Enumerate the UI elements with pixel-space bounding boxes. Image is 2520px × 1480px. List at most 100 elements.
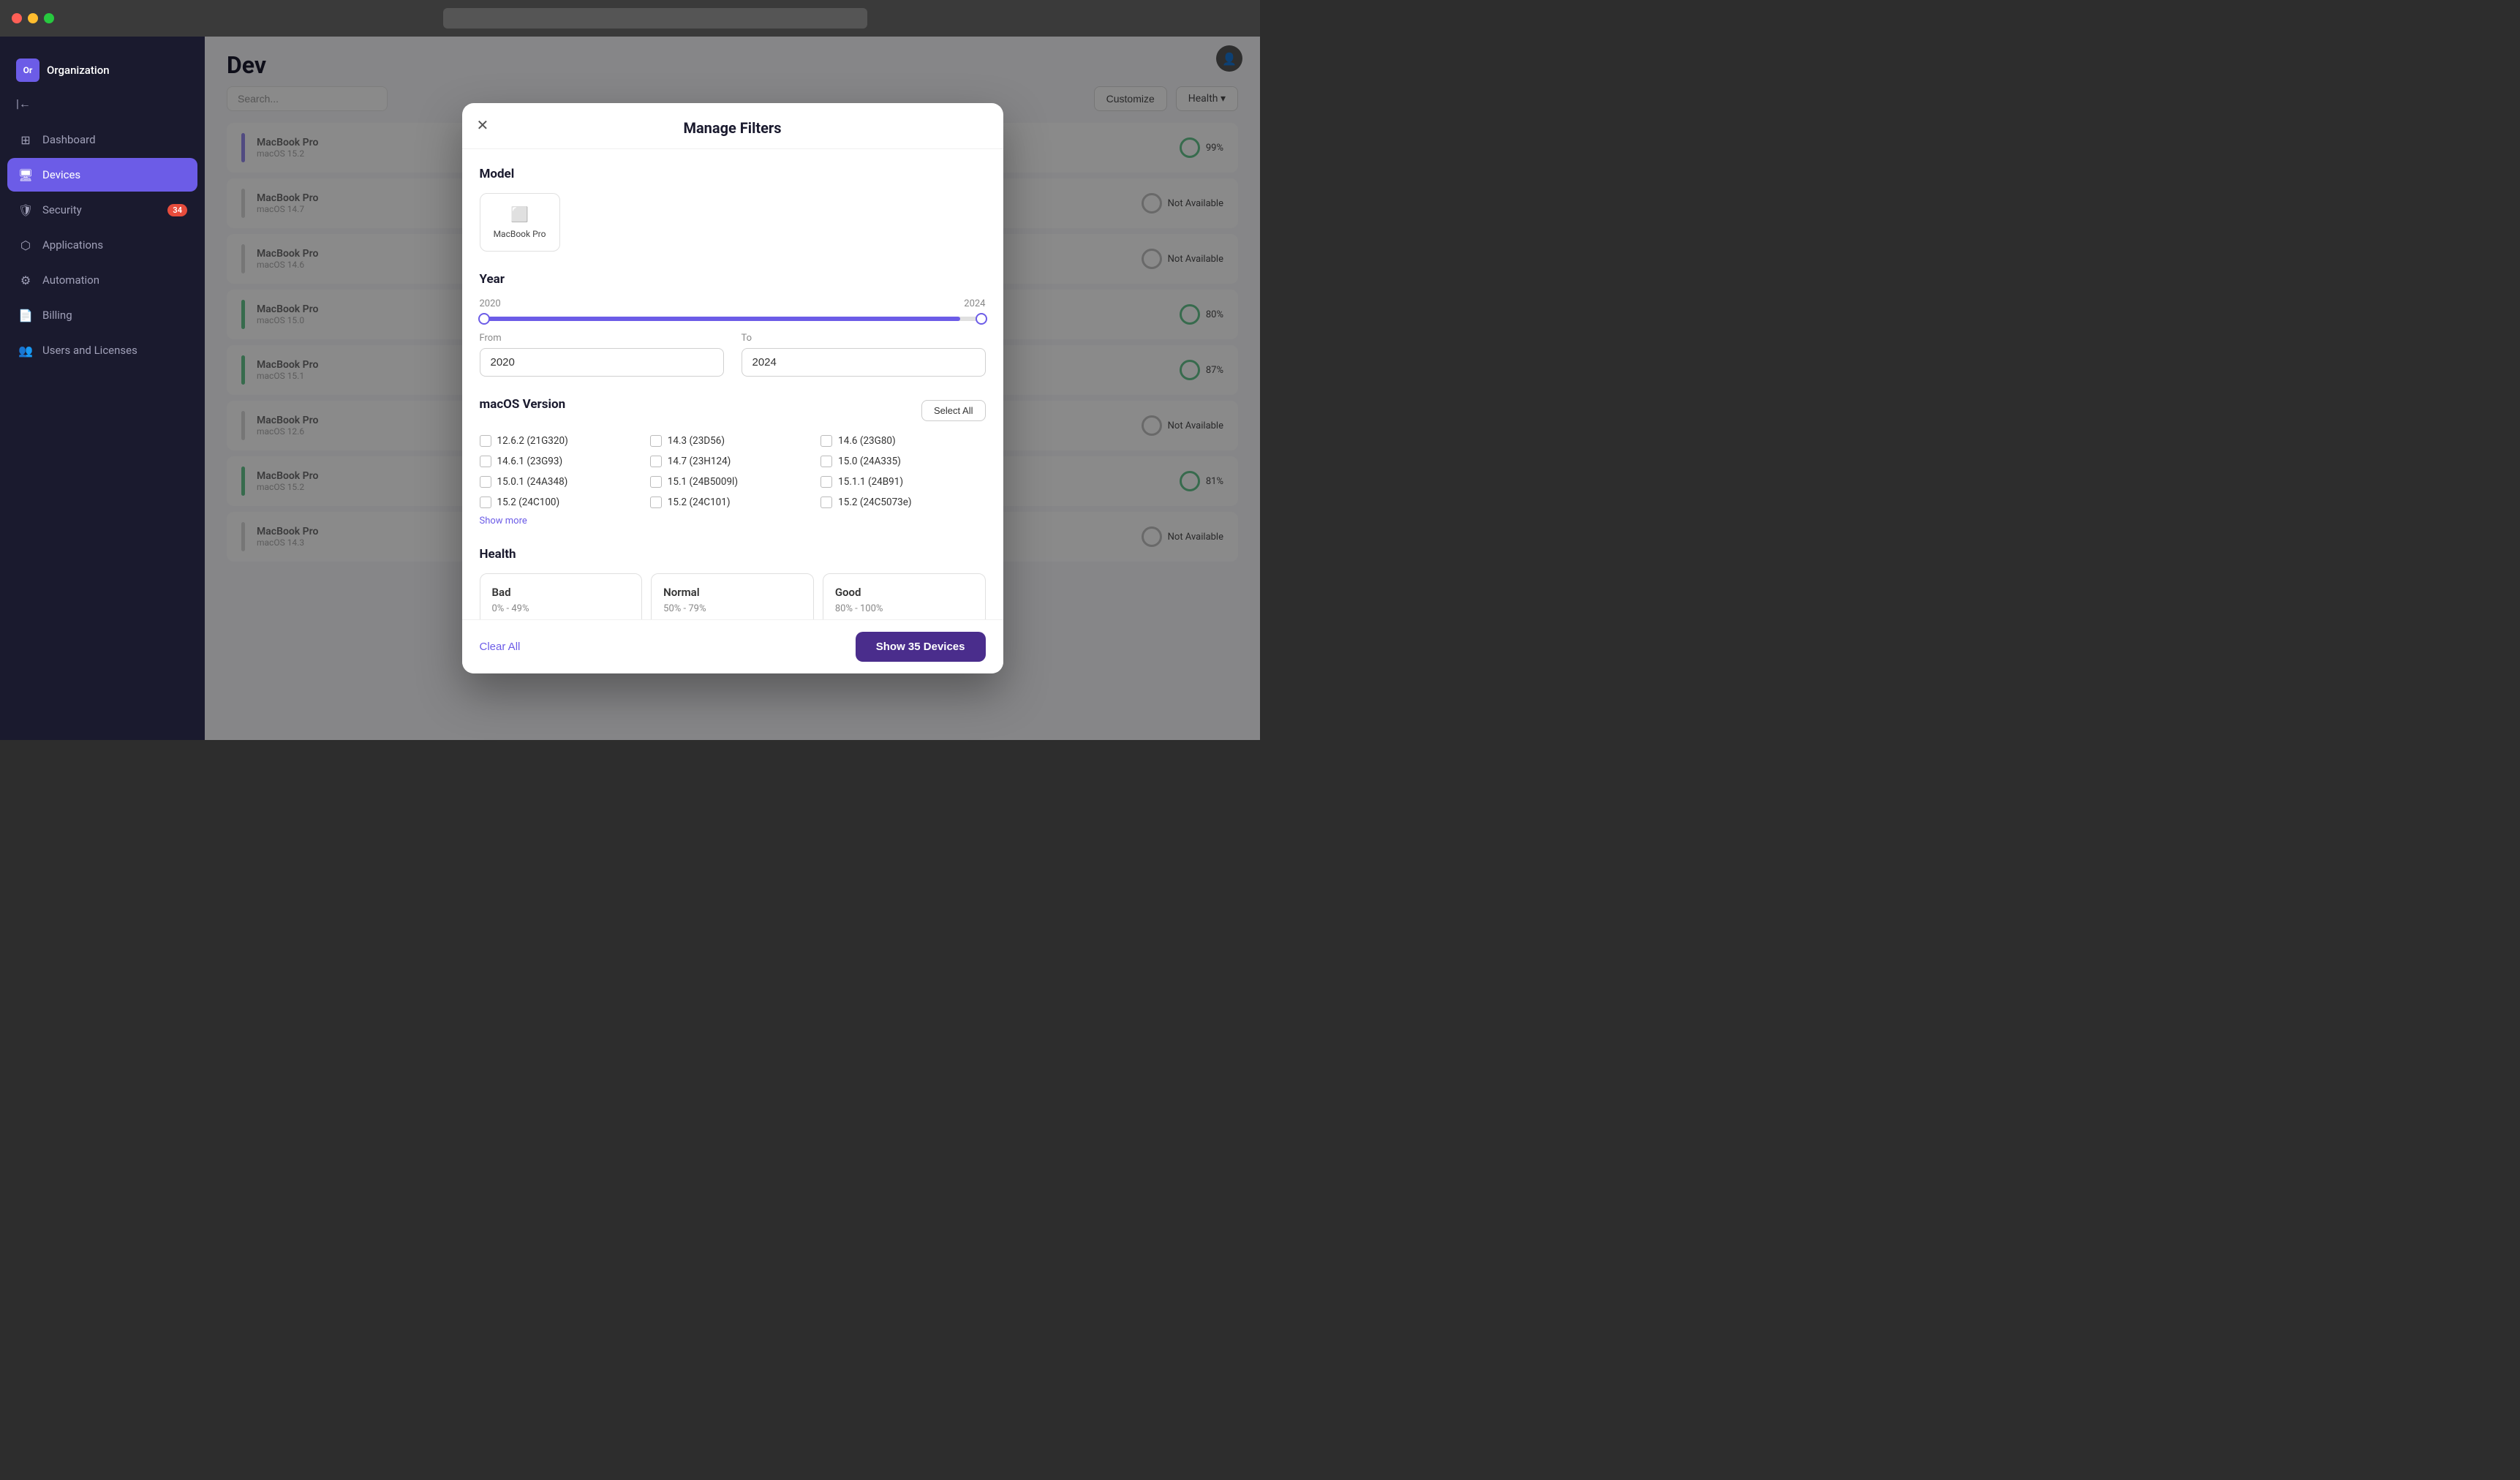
list-item: 15.2 (24C5073e) bbox=[820, 497, 985, 508]
sidebar-item-label: Devices bbox=[42, 168, 80, 181]
version-label: 15.2 (24C101) bbox=[668, 497, 731, 508]
list-item: 14.3 (23D56) bbox=[650, 435, 815, 447]
list-item: 15.0.1 (24A348) bbox=[480, 476, 644, 488]
org-name: Organization bbox=[47, 64, 110, 77]
list-item: 14.6.1 (23G93) bbox=[480, 456, 644, 467]
version-label: 15.1.1 (24B91) bbox=[838, 476, 903, 488]
sidebar-item-label: Users and Licenses bbox=[42, 344, 137, 357]
version-checkbox[interactable] bbox=[820, 497, 832, 508]
traffic-lights bbox=[12, 13, 54, 23]
macos-version-filter-section: macOS Version Select All 12.6.2 (21G320)… bbox=[480, 397, 986, 526]
version-checkbox[interactable] bbox=[480, 435, 491, 447]
sidebar-item-label: Automation bbox=[42, 273, 99, 287]
sidebar-item-devices[interactable]: 🖥 Devices bbox=[7, 158, 197, 192]
model-card-label: MacBook Pro bbox=[494, 229, 546, 239]
version-checkbox[interactable] bbox=[650, 476, 662, 488]
year-slider-track[interactable] bbox=[480, 317, 986, 321]
year-from-group: From bbox=[480, 333, 724, 377]
sidebar-item-label: Applications bbox=[42, 238, 103, 252]
health-card-bad[interactable]: Bad 0% - 49% bbox=[480, 573, 643, 619]
version-label: 14.6 (23G80) bbox=[838, 435, 896, 447]
manage-filters-modal: ✕ Manage Filters Model ⬜ MacBook Pro bbox=[462, 103, 1003, 673]
health-card-label: Normal bbox=[663, 586, 801, 599]
sidebar-item-users-licenses[interactable]: 👥 Users and Licenses bbox=[7, 333, 197, 367]
version-checkbox[interactable] bbox=[650, 497, 662, 508]
show-more-link[interactable]: Show more bbox=[480, 516, 527, 526]
list-item: 15.1.1 (24B91) bbox=[820, 476, 985, 488]
applications-icon: ⬡ bbox=[18, 237, 34, 253]
modal-header: ✕ Manage Filters bbox=[462, 103, 1003, 149]
version-checkbox[interactable] bbox=[820, 456, 832, 467]
list-item: 14.7 (23H124) bbox=[650, 456, 815, 467]
modal-body[interactable]: Model ⬜ MacBook Pro Year 2020 2024 bbox=[462, 149, 1003, 619]
modal-close-button[interactable]: ✕ bbox=[477, 118, 489, 133]
sidebar-item-dashboard[interactable]: ⊞ Dashboard bbox=[7, 123, 197, 156]
version-label: 14.3 (23D56) bbox=[668, 435, 725, 447]
sidebar: Or Organization |← ⊞ Dashboard 🖥 Devices… bbox=[0, 37, 205, 740]
url-bar[interactable] bbox=[443, 8, 867, 29]
laptop-icon: ⬜ bbox=[510, 205, 529, 223]
list-item: 15.0 (24A335) bbox=[820, 456, 985, 467]
model-card-macbook-pro[interactable]: ⬜ MacBook Pro bbox=[480, 193, 560, 252]
security-icon: 🛡 bbox=[18, 202, 34, 218]
sidebar-item-automation[interactable]: ⚙ Automation bbox=[7, 263, 197, 297]
year-to-group: To bbox=[742, 333, 986, 377]
devices-icon: 🖥 bbox=[18, 167, 34, 183]
year-slider-container: 2020 2024 bbox=[480, 298, 986, 321]
version-header: macOS Version Select All bbox=[480, 397, 986, 423]
version-checkbox[interactable] bbox=[650, 435, 662, 447]
sidebar-collapse-btn[interactable]: |← bbox=[0, 97, 205, 123]
health-filter-section: Health Bad 0% - 49% Normal 50% - 79% bbox=[480, 547, 986, 619]
year-from-label: From bbox=[480, 333, 724, 344]
select-all-button[interactable]: Select All bbox=[921, 400, 985, 421]
model-filter-section: Model ⬜ MacBook Pro bbox=[480, 167, 986, 252]
show-devices-button[interactable]: Show 35 Devices bbox=[856, 632, 986, 662]
version-checkbox[interactable] bbox=[480, 497, 491, 508]
version-checkbox[interactable] bbox=[480, 456, 491, 467]
health-card-range: 0% - 49% bbox=[492, 603, 630, 614]
sidebar-item-billing[interactable]: 📄 Billing bbox=[7, 298, 197, 332]
automation-icon: ⚙ bbox=[18, 272, 34, 288]
traffic-light-green[interactable] bbox=[44, 13, 54, 23]
health-cards: Bad 0% - 49% Normal 50% - 79% Good 80% -… bbox=[480, 573, 986, 619]
health-card-label: Good bbox=[835, 586, 973, 599]
slider-thumb-right[interactable] bbox=[976, 313, 987, 325]
model-section-title: Model bbox=[480, 167, 986, 181]
sidebar-item-label: Security bbox=[42, 203, 82, 216]
version-checkbox[interactable] bbox=[820, 435, 832, 447]
clear-all-button[interactable]: Clear All bbox=[480, 641, 521, 653]
year-range-labels: 2020 2024 bbox=[480, 298, 986, 309]
version-label: 12.6.2 (21G320) bbox=[497, 435, 568, 447]
list-item: 15.2 (24C100) bbox=[480, 497, 644, 508]
health-card-good[interactable]: Good 80% - 100% bbox=[823, 573, 986, 619]
slider-thumb-left[interactable] bbox=[478, 313, 490, 325]
main-content: 👤 Dev Customize Health ▾ MacBook Pro mac… bbox=[205, 37, 1260, 740]
year-filter-section: Year 2020 2024 bbox=[480, 272, 986, 377]
traffic-light-red[interactable] bbox=[12, 13, 22, 23]
version-checkbox[interactable] bbox=[650, 456, 662, 467]
version-grid: 12.6.2 (21G320) 14.3 (23D56) 14.6 (23G80… bbox=[480, 435, 986, 508]
year-from-input[interactable] bbox=[480, 348, 724, 377]
modal-title: Manage Filters bbox=[683, 119, 781, 137]
year-to-input[interactable] bbox=[742, 348, 986, 377]
users-icon: 👥 bbox=[18, 342, 34, 358]
billing-icon: 📄 bbox=[18, 307, 34, 323]
health-section-title: Health bbox=[480, 547, 986, 562]
app-container: Or Organization |← ⊞ Dashboard 🖥 Devices… bbox=[0, 37, 1260, 740]
security-badge: 34 bbox=[167, 204, 187, 216]
health-card-range: 80% - 100% bbox=[835, 603, 973, 614]
version-label: 15.0 (24A335) bbox=[838, 456, 901, 467]
version-label: 15.0.1 (24A348) bbox=[497, 476, 568, 488]
sidebar-item-label: Billing bbox=[42, 309, 72, 322]
traffic-light-yellow[interactable] bbox=[28, 13, 38, 23]
version-checkbox[interactable] bbox=[480, 476, 491, 488]
sidebar-item-security[interactable]: 🛡 Security 34 bbox=[7, 193, 197, 227]
year-min-label: 2020 bbox=[480, 298, 501, 309]
year-inputs: From To bbox=[480, 333, 986, 377]
version-checkbox[interactable] bbox=[820, 476, 832, 488]
dashboard-icon: ⊞ bbox=[18, 132, 34, 148]
year-section-title: Year bbox=[480, 272, 986, 287]
sidebar-org: Or Organization bbox=[0, 51, 205, 97]
sidebar-item-applications[interactable]: ⬡ Applications bbox=[7, 228, 197, 262]
health-card-normal[interactable]: Normal 50% - 79% bbox=[651, 573, 814, 619]
